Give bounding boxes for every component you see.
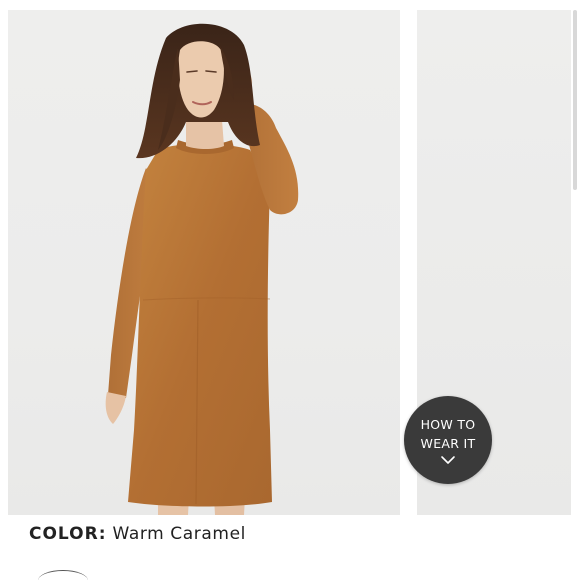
color-swatch[interactable] [38, 570, 88, 580]
product-page: HOW TO WEAR IT COLOR: Warm Caramel [0, 0, 580, 580]
how-to-wear-line2: WEAR IT [420, 436, 476, 451]
color-label: COLOR: [29, 524, 107, 544]
how-to-wear-it-button[interactable]: HOW TO WEAR IT [404, 396, 492, 484]
main-product-image[interactable] [8, 10, 400, 515]
color-selection: COLOR: Warm Caramel [29, 524, 246, 544]
chevron-down-icon [441, 456, 455, 464]
product-image-gallery[interactable]: HOW TO WEAR IT [0, 0, 580, 515]
color-value: Warm Caramel [112, 524, 246, 544]
how-to-wear-line1: HOW TO [420, 417, 476, 432]
scrollbar[interactable] [573, 10, 577, 190]
model-photo [105, 23, 299, 515]
